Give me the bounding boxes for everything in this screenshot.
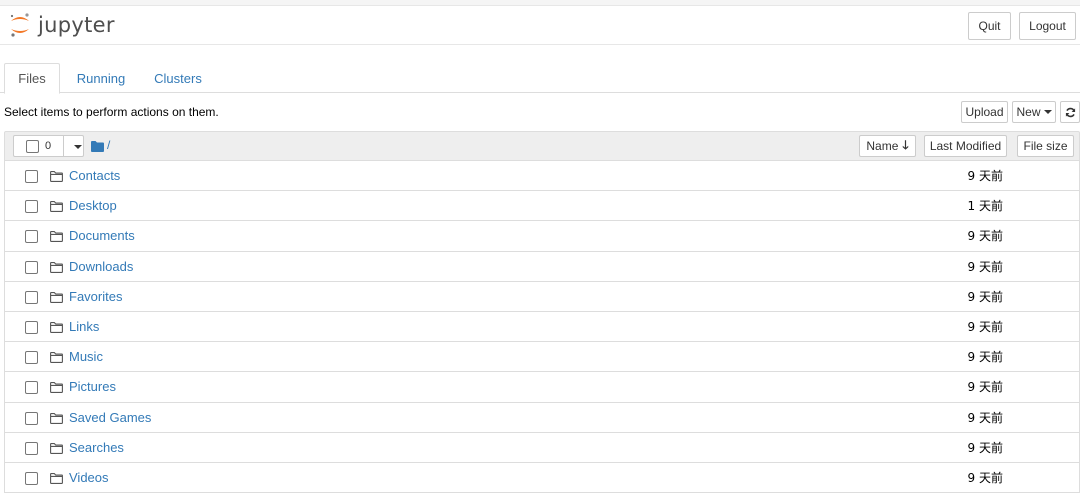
row-checkbox[interactable]: [25, 351, 38, 365]
file-name-link[interactable]: Desktop: [69, 198, 117, 214]
sort-name-button[interactable]: Name 🡓: [859, 135, 916, 157]
last-modified-value: 9 天前: [967, 440, 1003, 455]
last-modified-value: 9 天前: [967, 470, 1003, 485]
new-label: New: [1016, 105, 1041, 119]
sort-last-modified-button[interactable]: Last Modified: [924, 135, 1007, 157]
folder-icon: [50, 351, 63, 366]
last-modified-value: 9 天前: [967, 380, 1003, 395]
file-name-link[interactable]: Favorites: [69, 289, 122, 305]
folder-icon: [50, 412, 63, 427]
last-modified-value: 9 天前: [967, 229, 1003, 244]
file-row[interactable]: Music 9 天前: [4, 342, 1080, 373]
file-row[interactable]: Favorites 9 天前: [4, 281, 1080, 312]
file-name-link[interactable]: Music: [69, 349, 103, 365]
tab-clusters[interactable]: Clusters: [149, 63, 207, 93]
last-modified-value: 9 天前: [967, 410, 1003, 425]
row-checkbox[interactable]: [25, 320, 38, 334]
refresh-icon: [1065, 107, 1075, 117]
file-name-link[interactable]: Documents: [69, 228, 135, 244]
row-checkbox[interactable]: [25, 290, 38, 304]
file-row[interactable]: Videos 9 天前: [4, 462, 1080, 494]
file-name-link[interactable]: Videos: [69, 470, 109, 486]
row-checkbox[interactable]: [25, 170, 38, 183]
tab-bar: Files Running Clusters: [0, 63, 1080, 94]
file-name-link[interactable]: Links: [69, 319, 99, 335]
top-strip: [0, 0, 1080, 6]
select-all-dropdown[interactable]: 0: [13, 135, 84, 157]
row-checkbox[interactable]: [25, 441, 38, 455]
folder-icon: [50, 442, 63, 457]
file-row[interactable]: Searches 9 天前: [4, 432, 1080, 463]
folder-icon: [50, 200, 63, 215]
file-name-link[interactable]: Searches: [69, 440, 124, 456]
folder-icon: [50, 230, 63, 245]
folder-icon: [50, 321, 63, 336]
file-row[interactable]: Documents 9 天前: [4, 221, 1080, 252]
row-checkbox[interactable]: [25, 260, 38, 274]
file-name-link[interactable]: Saved Games: [69, 410, 151, 426]
new-dropdown-button[interactable]: New: [1012, 101, 1056, 123]
file-name-link[interactable]: Downloads: [69, 259, 133, 275]
selected-count: 0: [45, 140, 52, 152]
folder-icon: [50, 170, 63, 185]
last-modified-value: 9 天前: [967, 350, 1003, 365]
jupyter-logo[interactable]: jupyter: [8, 10, 115, 40]
folder-icon: [50, 381, 63, 396]
row-checkbox[interactable]: [25, 471, 38, 485]
row-checkbox[interactable]: [25, 381, 38, 395]
instruction-text: Select items to perform actions on them.: [4, 105, 219, 119]
last-modified-value: 9 天前: [967, 289, 1003, 304]
sort-file-size-button[interactable]: File size: [1017, 135, 1074, 157]
breadcrumb[interactable]: /: [107, 138, 110, 152]
upload-button[interactable]: Upload: [961, 101, 1008, 123]
chevron-down-icon: [1043, 110, 1052, 114]
last-modified-value: 9 天前: [967, 319, 1003, 334]
file-row[interactable]: Downloads 9 天前: [4, 251, 1080, 282]
tab-running[interactable]: Running: [72, 63, 130, 93]
chevron-down-icon[interactable]: [74, 145, 82, 149]
logout-button[interactable]: Logout: [1019, 12, 1076, 40]
file-row[interactable]: Links 9 天前: [4, 311, 1080, 343]
file-row[interactable]: Desktop 1 天前: [4, 191, 1080, 222]
header-bar: jupyter Quit Logout: [0, 7, 1080, 45]
file-name-link[interactable]: Pictures: [69, 379, 116, 395]
refresh-button[interactable]: [1060, 101, 1080, 123]
file-name-link[interactable]: Contacts: [69, 168, 120, 184]
row-checkbox[interactable]: [25, 230, 38, 244]
logo-text: jupyter: [38, 13, 115, 37]
file-list-header: 0 / Name 🡓 Last Modified File size: [4, 131, 1080, 161]
file-row[interactable]: Contacts 9 天前: [4, 161, 1080, 192]
last-modified-value: 1 天前: [967, 199, 1003, 214]
jupyter-logo-icon: [10, 13, 29, 37]
folder-icon[interactable]: [91, 141, 104, 152]
last-modified-value: 9 天前: [967, 169, 1003, 183]
quit-button[interactable]: Quit: [968, 12, 1011, 40]
row-checkbox[interactable]: [25, 200, 38, 214]
sort-name-label: Name: [866, 139, 899, 153]
select-all-checkbox[interactable]: [26, 139, 39, 153]
arrow-down-icon: 🡓: [902, 137, 909, 152]
folder-icon: [50, 261, 63, 276]
divider: [63, 136, 64, 156]
tab-files[interactable]: Files: [4, 63, 60, 94]
folder-icon: [50, 472, 63, 487]
row-checkbox[interactable]: [25, 411, 38, 425]
file-row[interactable]: Saved Games 9 天前: [4, 402, 1080, 433]
folder-icon: [50, 291, 63, 306]
last-modified-value: 9 天前: [967, 259, 1003, 274]
file-list: Contacts 9 天前 Desktop 1 天前 Documents 9 天前 Down…: [4, 161, 1080, 494]
file-row[interactable]: Pictures 9 天前: [4, 372, 1080, 403]
